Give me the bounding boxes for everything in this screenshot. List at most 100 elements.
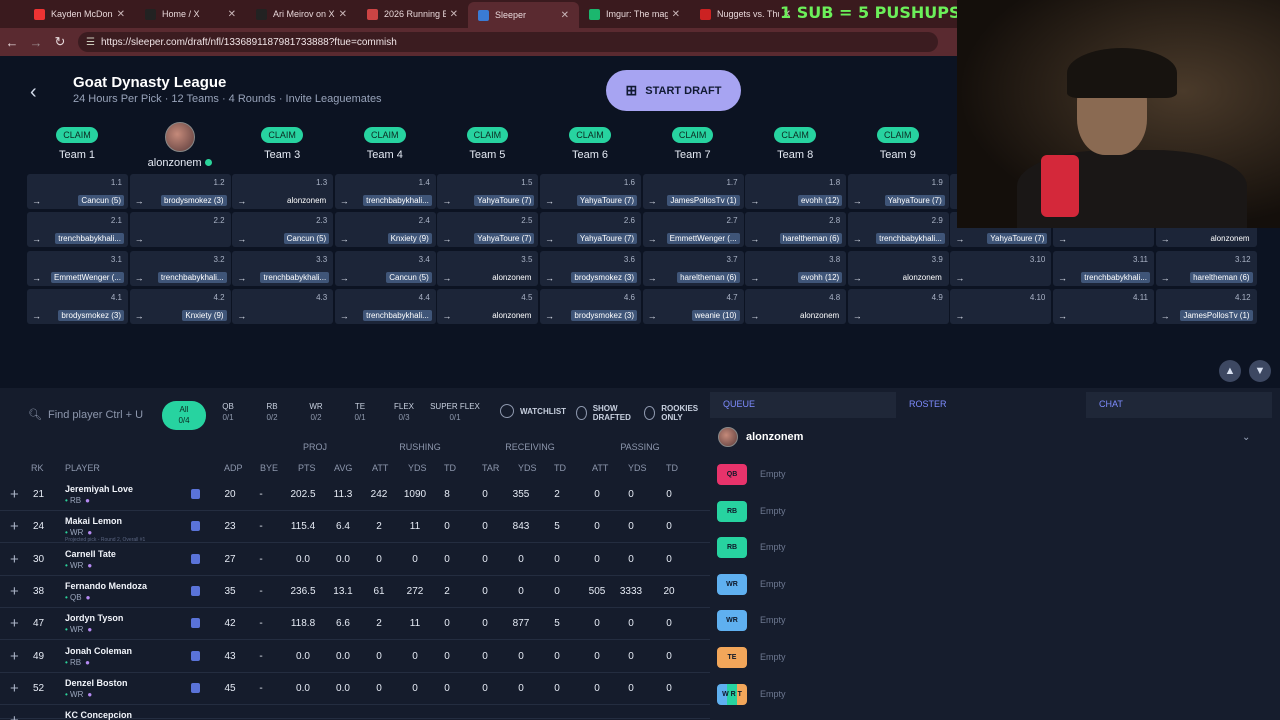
player-name[interactable]: Jeremiyah Love xyxy=(65,484,133,494)
add-to-queue-icon[interactable]: + xyxy=(10,518,19,535)
draft-pick-cell[interactable]: 3.7 → hareltheman (6) xyxy=(642,250,744,286)
column-header[interactable]: ATT xyxy=(372,463,388,473)
draft-pick-cell[interactable]: 3.12 → hareltheman (6) xyxy=(1155,250,1257,286)
draft-pick-cell[interactable]: 1.6 → YahyaToure (7) xyxy=(540,174,641,209)
team-header[interactable]: CLAIM Team 4 xyxy=(334,122,436,161)
back-icon[interactable]: ← xyxy=(0,35,24,50)
column-header[interactable]: BYE xyxy=(260,463,278,473)
draft-pick-cell[interactable]: 3.3 → trenchbabykhali... xyxy=(232,250,334,286)
column-header[interactable]: ATT xyxy=(592,463,608,473)
column-header[interactable]: PLAYER xyxy=(65,463,100,473)
team-header[interactable]: alonzonem xyxy=(129,122,231,169)
draft-pick-cell[interactable]: 2.6 → YahyaToure (7) xyxy=(540,212,641,248)
draft-pick-cell[interactable]: 2.7 → EmmettWenger (... xyxy=(642,212,744,248)
draft-pick-cell[interactable]: 2.4 → Knxiety (9) xyxy=(334,212,436,248)
draft-pick-cell[interactable]: 1.9 → YahyaToure (7) xyxy=(847,174,949,209)
filter-qb[interactable]: QB 0/1 xyxy=(206,401,250,423)
add-to-queue-icon[interactable]: + xyxy=(10,615,19,632)
draft-pick-cell[interactable]: 1.1 → Cancun (5) xyxy=(27,174,128,209)
filter-wr[interactable]: WR 0/2 xyxy=(294,401,338,423)
column-header[interactable]: TD xyxy=(554,463,566,473)
team-header[interactable]: CLAIM Team 3 xyxy=(231,122,333,161)
draft-pick-cell[interactable]: 2.8 → hareltheman (6) xyxy=(745,212,847,248)
claim-button[interactable]: CLAIM xyxy=(466,127,509,143)
player-name[interactable]: Fernando Mendoza xyxy=(65,581,147,591)
column-header[interactable]: TAR xyxy=(482,463,499,473)
browser-tab[interactable]: Imgur: The magic ✕ xyxy=(579,2,690,26)
team-header[interactable]: CLAIM Team 6 xyxy=(539,122,641,161)
player-name[interactable]: Denzel Boston xyxy=(65,678,128,688)
tab-chat[interactable]: CHAT xyxy=(1086,392,1272,418)
draft-pick-cell[interactable]: 4.12 → JamesPollosTv (1) xyxy=(1155,288,1257,324)
rookies-only-radio[interactable] xyxy=(644,406,656,420)
team-header[interactable]: CLAIM Team 8 xyxy=(744,122,846,161)
filter-te[interactable]: TE 0/1 xyxy=(338,401,382,423)
player-news-icon[interactable] xyxy=(191,618,200,629)
player-news-icon[interactable] xyxy=(191,585,200,596)
scroll-down-icon[interactable]: ▼ xyxy=(1249,360,1271,382)
rookies-only-toggle[interactable]: ROOKIES ONLY xyxy=(644,404,708,422)
claim-button[interactable]: CLAIM xyxy=(364,127,406,143)
table-row[interactable]: +38 Fernando Mendoza • QB ● 35 - 236.5 13.1 61 27… xyxy=(0,576,710,608)
browser-tab[interactable]: Home / X ✕ xyxy=(135,2,246,26)
draft-pick-cell[interactable]: 4.10 → xyxy=(950,288,1052,324)
browser-tab[interactable]: Sleeper ✕ xyxy=(468,2,579,28)
draft-pick-cell[interactable]: 4.1 → brodysmokez (3) xyxy=(27,288,128,324)
filter-all[interactable]: All 0/4 xyxy=(162,401,206,430)
column-header[interactable]: YDS xyxy=(518,463,537,473)
table-row[interactable]: + KC Concepcion xyxy=(0,705,710,720)
column-header[interactable]: TD xyxy=(666,463,678,473)
url-field[interactable]: ☰ https://sleeper.com/draft/nfl/13368911… xyxy=(78,32,938,52)
draft-pick-cell[interactable]: 3.9 → alonzonem xyxy=(847,250,949,286)
filter-rb[interactable]: RB 0/2 xyxy=(250,401,294,423)
column-header[interactable]: AVG xyxy=(334,463,352,473)
player-news-icon[interactable] xyxy=(191,553,200,564)
draft-pick-cell[interactable]: 2.5 → YahyaToure (7) xyxy=(437,212,539,248)
add-to-queue-icon[interactable]: + xyxy=(10,712,19,720)
close-icon[interactable]: ✕ xyxy=(117,9,125,20)
draft-pick-cell[interactable]: 3.2 → trenchbabykhali... xyxy=(129,250,231,286)
tab-queue[interactable]: QUEUE xyxy=(710,392,896,418)
draft-pick-cell[interactable]: 3.6 → brodysmokez (3) xyxy=(540,250,641,286)
start-draft-button[interactable]: ⊞ START DRAFT xyxy=(606,70,741,111)
table-row[interactable]: +21 Jeremiyah Love • RB ● 20-202.5 11.3 242 109… xyxy=(0,479,710,511)
table-row[interactable]: +30 Carnell Tate • WR ● 27 - 0.0 0.0 0 0 0 0 0 0 0 0 0 xyxy=(0,544,710,576)
filter-super-flex[interactable]: SUPER FLEX 0/1 xyxy=(426,401,484,423)
draft-pick-cell[interactable]: 4.11 → xyxy=(1053,288,1154,324)
column-header[interactable]: TD xyxy=(444,463,456,473)
column-header[interactable]: PTS xyxy=(298,463,316,473)
player-news-icon[interactable] xyxy=(191,650,200,661)
reload-icon[interactable]: ↻ xyxy=(48,34,72,50)
claim-button[interactable]: CLAIM xyxy=(56,127,98,143)
team-header[interactable]: CLAIM Team 9 xyxy=(847,122,949,161)
draft-pick-cell[interactable]: 4.7 → weanie (10) xyxy=(642,288,744,324)
draft-pick-cell[interactable]: 3.10 → xyxy=(950,250,1052,286)
player-news-icon[interactable] xyxy=(191,489,200,499)
draft-pick-cell[interactable]: 2.3 → Cancun (5) xyxy=(232,212,334,248)
claim-button[interactable]: CLAIM xyxy=(877,127,919,143)
draft-pick-cell[interactable]: 3.4 → Cancun (5) xyxy=(334,250,436,286)
close-icon[interactable]: ✕ xyxy=(672,9,680,20)
claim-button[interactable]: CLAIM xyxy=(569,127,611,143)
player-search[interactable]: 🔍︎ Find player Ctrl + U xyxy=(28,408,143,422)
draft-pick-cell[interactable]: 3.1 → EmmettWenger (... xyxy=(27,250,128,286)
player-name[interactable]: KC Concepcion xyxy=(65,710,132,720)
column-header[interactable]: RK xyxy=(31,463,44,473)
tab-roster[interactable]: ROSTER xyxy=(896,392,1082,418)
add-to-queue-icon[interactable]: + xyxy=(10,486,19,503)
draft-pick-cell[interactable]: 1.7 → JamesPollosTv (1) xyxy=(642,174,744,209)
draft-pick-cell[interactable]: 4.9 → xyxy=(847,288,949,324)
close-icon[interactable]: ✕ xyxy=(339,9,347,20)
column-header[interactable]: ADP xyxy=(224,463,243,473)
draft-pick-cell[interactable]: 1.3 → alonzonem xyxy=(232,174,334,209)
column-header[interactable]: YDS xyxy=(408,463,427,473)
draft-pick-cell[interactable]: 4.5 → alonzonem xyxy=(437,288,539,324)
show-drafted-radio[interactable] xyxy=(576,406,587,420)
player-news-icon[interactable] xyxy=(191,521,200,532)
team-header[interactable]: CLAIM Team 5 xyxy=(436,122,538,161)
watchlist-toggle[interactable]: WATCHLIST xyxy=(500,404,566,418)
forward-icon[interactable]: → xyxy=(24,35,48,50)
add-to-queue-icon[interactable]: + xyxy=(10,648,19,665)
draft-pick-cell[interactable]: 4.3 → xyxy=(232,288,334,324)
claim-button[interactable]: CLAIM xyxy=(671,127,714,143)
